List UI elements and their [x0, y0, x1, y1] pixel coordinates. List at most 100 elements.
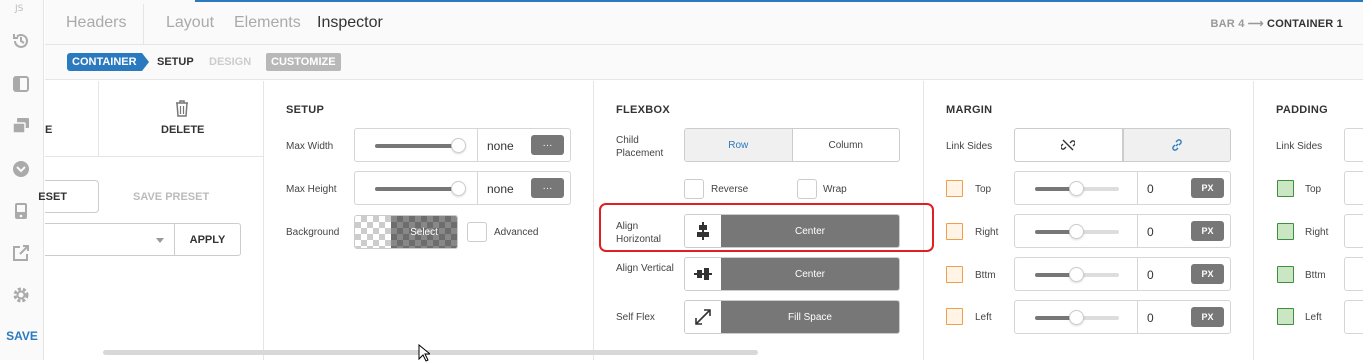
reset-preset-label: ESET	[38, 190, 67, 203]
align-vertical-control[interactable]: Center	[684, 257, 900, 291]
wrap-label: Wrap	[823, 184, 847, 195]
row-option[interactable]: Row	[685, 129, 793, 161]
subtab-customize[interactable]: CUSTOMIZE	[266, 53, 341, 71]
padding-top-control[interactable]	[1344, 171, 1363, 205]
reset-preset-button[interactable]: ESET	[38, 180, 99, 213]
self-flex-label: Self Flex	[616, 312, 655, 323]
link-option[interactable]	[1122, 129, 1230, 161]
padding-left-control[interactable]	[1344, 300, 1363, 334]
max-height-label: Max Height	[286, 184, 337, 195]
device-icon[interactable]	[9, 199, 33, 223]
padding-bottom-control[interactable]	[1344, 257, 1363, 291]
advanced-checkbox[interactable]	[467, 222, 487, 242]
align-vertical-label: Align Vertical	[616, 263, 674, 274]
breadcrumb-current: CONTAINER 1	[1267, 18, 1343, 30]
tab-elements[interactable]: Elements	[234, 14, 301, 32]
padding-top-icon	[1277, 180, 1294, 197]
padding-link-toggle[interactable]	[1344, 128, 1363, 162]
copy-icon[interactable]	[9, 114, 33, 138]
reset-label-partial: E	[45, 124, 53, 136]
gear-icon[interactable]	[9, 283, 33, 307]
reverse-checkbox[interactable]	[684, 179, 704, 199]
setup-heading: SETUP	[286, 104, 325, 116]
delete-label: DELETE	[161, 124, 205, 136]
margin-left-value[interactable]: 0	[1147, 311, 1154, 325]
tab-divider	[143, 4, 144, 45]
panel-icon[interactable]	[9, 72, 33, 96]
advanced-label: Advanced	[494, 227, 539, 238]
margin-left-slider-handle[interactable]	[1069, 310, 1084, 325]
margin-right-slider-handle[interactable]	[1069, 224, 1084, 239]
save-button[interactable]: SAVE	[0, 329, 44, 343]
column-divider	[593, 81, 594, 360]
link-icon	[1172, 139, 1182, 151]
mouse-cursor-icon	[418, 344, 430, 362]
margin-right-unit[interactable]: PX	[1191, 221, 1224, 241]
circle-arrow-icon[interactable]	[9, 157, 33, 181]
margin-top-unit[interactable]: PX	[1191, 178, 1224, 198]
max-width-label: Max Width	[286, 141, 334, 152]
preset-select[interactable]	[45, 223, 175, 256]
margin-bottom-label: Bttm	[975, 270, 996, 281]
column-divider	[263, 81, 264, 360]
breadcrumb: BAR 4 ⟶ CONTAINER 1	[1211, 17, 1343, 30]
external-link-icon[interactable]	[9, 241, 33, 265]
delete-button[interactable]	[98, 81, 263, 157]
margin-bottom-value[interactable]: 0	[1147, 268, 1154, 282]
subtab-setup[interactable]: SETUP	[152, 53, 199, 71]
margin-left-icon	[946, 308, 963, 325]
column-option[interactable]: Column	[793, 129, 900, 161]
margin-left-unit[interactable]: PX	[1191, 307, 1224, 327]
max-width-control: none ···	[354, 128, 571, 162]
history-icon[interactable]	[9, 29, 33, 53]
top-icon[interactable]: JS	[9, 0, 33, 20]
wrap-checkbox[interactable]	[797, 179, 817, 199]
tab-inspector[interactable]: Inspector	[317, 14, 383, 32]
max-height-value[interactable]: none	[487, 182, 514, 196]
max-width-slider-track[interactable]	[375, 144, 455, 148]
margin-bottom-unit[interactable]: PX	[1191, 264, 1224, 284]
margin-bottom-icon	[946, 266, 963, 283]
save-preset-button[interactable]: SAVE PRESET	[133, 191, 209, 203]
max-height-options-button[interactable]: ···	[531, 178, 564, 198]
tab-layout[interactable]: Layout	[166, 14, 214, 32]
padding-bottom-label: Bttm	[1305, 270, 1326, 281]
breadcrumb-parent[interactable]: BAR 4	[1211, 18, 1245, 30]
margin-top-value[interactable]: 0	[1147, 182, 1154, 196]
child-placement-toggle: Row Column	[684, 128, 900, 162]
horizontal-scrollbar[interactable]	[103, 350, 758, 355]
padding-link-sides-label: Link Sides	[1276, 141, 1323, 152]
reset-area[interactable]: E	[45, 81, 98, 157]
align-vertical-center-icon	[685, 258, 721, 290]
padding-top-label: Top	[1305, 184, 1322, 195]
main-tabs: Headers Layout Elements Inspector BAR 4 …	[45, 0, 1363, 45]
tab-headers[interactable]: Headers	[66, 14, 126, 32]
margin-top-icon	[946, 180, 963, 197]
max-width-options-button[interactable]: ···	[531, 135, 564, 155]
margin-right-label: Right	[975, 227, 999, 238]
margin-top-slider-handle[interactable]	[1069, 181, 1084, 196]
subtab-container[interactable]: CONTAINER	[67, 53, 149, 71]
margin-top-control: 0 PX	[1014, 171, 1231, 205]
subtab-design[interactable]: DESIGN	[204, 53, 256, 71]
max-height-control: none ···	[354, 171, 571, 205]
padding-left-icon	[1277, 308, 1294, 325]
padding-right-label: Right	[1305, 227, 1329, 238]
background-picker[interactable]: Select	[354, 215, 458, 249]
max-height-slider-handle[interactable]	[451, 181, 466, 196]
max-width-slider-handle[interactable]	[451, 138, 466, 153]
max-width-value[interactable]: none	[487, 139, 514, 153]
self-flex-control[interactable]: Fill Space	[684, 300, 900, 334]
margin-right-control: 0 PX	[1014, 214, 1231, 248]
max-height-slider-track[interactable]	[375, 187, 455, 191]
flexbox-heading: FLEXBOX	[616, 104, 671, 116]
padding-right-control[interactable]	[1344, 214, 1363, 248]
margin-link-toggle	[1014, 128, 1231, 162]
apply-button[interactable]: APPLY	[174, 223, 241, 256]
margin-right-value[interactable]: 0	[1147, 225, 1154, 239]
active-indicator	[195, 0, 1363, 2]
unlink-icon	[1061, 139, 1076, 151]
unlink-option[interactable]	[1015, 129, 1123, 161]
padding-heading: PADDING	[1276, 104, 1329, 116]
margin-bottom-slider-handle[interactable]	[1069, 267, 1084, 282]
